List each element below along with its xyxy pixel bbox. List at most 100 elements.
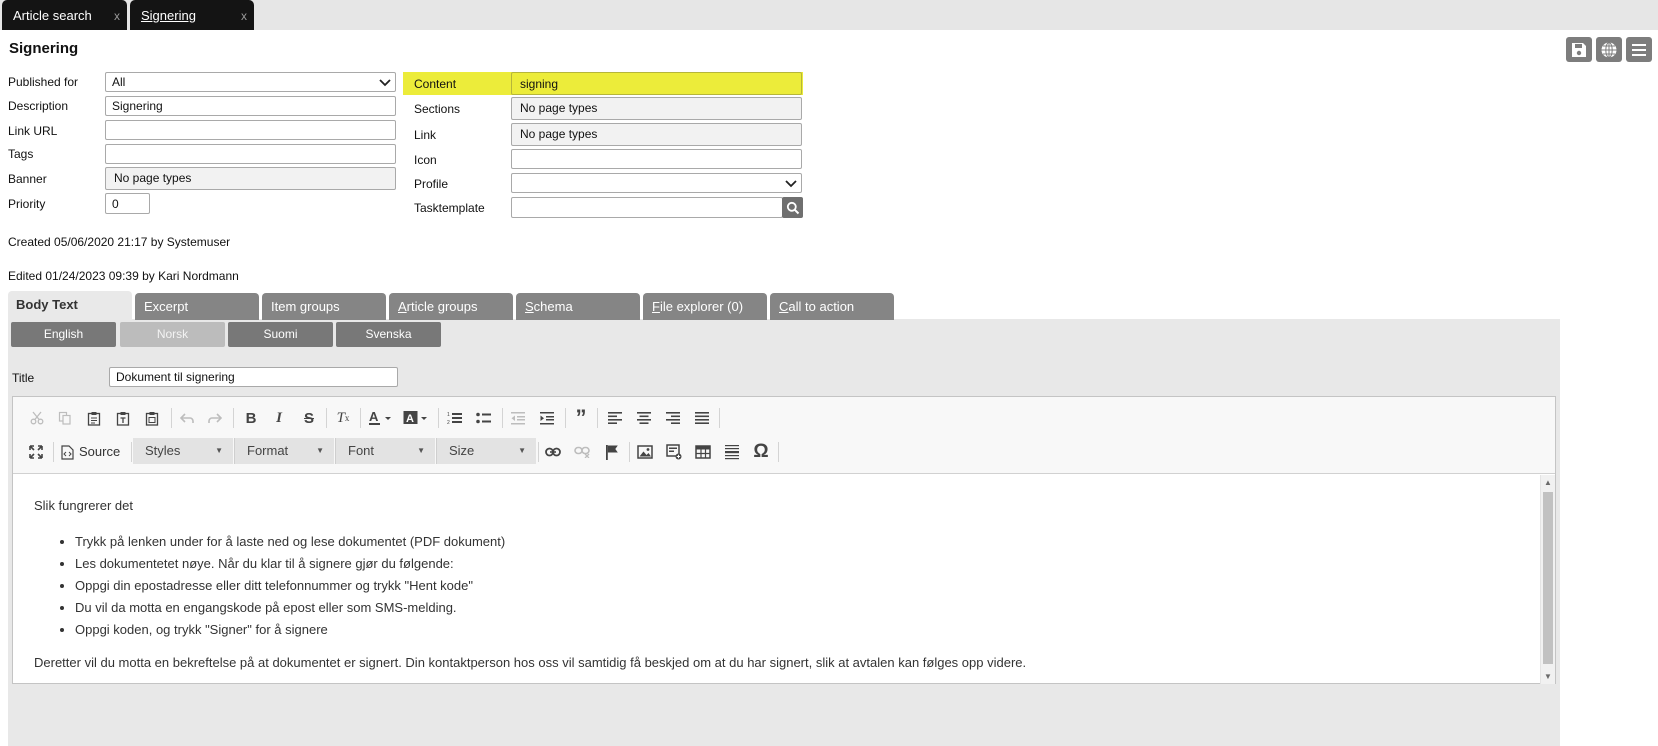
- tab-article-search[interactable]: Article search x: [2, 0, 127, 30]
- undo-icon[interactable]: [175, 406, 199, 430]
- tab-label-rest: ody Text: [25, 297, 78, 312]
- special-character-icon[interactable]: Ω: [749, 440, 773, 464]
- source-button[interactable]: Source: [61, 440, 120, 464]
- editor-content[interactable]: Slik fungrerer det Trykk på lenken under…: [13, 475, 1540, 683]
- intro-paragraph: Slik fungrerer det: [34, 498, 133, 513]
- scroll-up-icon[interactable]: ▲: [1544, 478, 1552, 487]
- paste-icon[interactable]: [82, 406, 106, 430]
- priority-field[interactable]: [105, 193, 150, 214]
- align-right-icon[interactable]: [661, 406, 685, 430]
- tags-field[interactable]: [105, 144, 396, 164]
- priority-label: Priority: [8, 197, 46, 211]
- flag-icon[interactable]: [600, 440, 624, 464]
- text-color-icon[interactable]: A: [367, 406, 395, 430]
- insert-media-icon[interactable]: [662, 440, 686, 464]
- list-item: Les dokumentetet nøye. Når du klar til å…: [75, 553, 505, 575]
- link-icon[interactable]: [541, 440, 565, 464]
- toolbar-separator: [597, 408, 598, 428]
- size-dropdown[interactable]: Size ▼: [436, 438, 536, 464]
- tab-label-rest: tem groups: [274, 299, 340, 314]
- italic-icon[interactable]: I: [267, 406, 291, 430]
- title-field[interactable]: [109, 367, 398, 387]
- editor-toolbar: B I S Tx A A 12 ” Source Styles ▼ Format ▼…: [13, 397, 1555, 474]
- font-label: Font: [348, 443, 375, 458]
- size-label: Size: [449, 443, 475, 458]
- background-color-icon[interactable]: A: [402, 406, 430, 430]
- language-norsk-button[interactable]: Norsk: [120, 322, 225, 347]
- title-label: Title: [12, 371, 35, 385]
- decrease-indent-icon[interactable]: [506, 406, 530, 430]
- tab-call-to-action[interactable]: Call to action: [770, 293, 894, 320]
- bold-icon[interactable]: B: [239, 406, 263, 430]
- link-field[interactable]: No page types: [511, 123, 802, 146]
- globe-icon[interactable]: [1596, 37, 1622, 62]
- justify-icon[interactable]: [690, 406, 714, 430]
- description-field[interactable]: [105, 96, 396, 116]
- menu-icon[interactable]: [1626, 37, 1652, 62]
- tab-excerpt[interactable]: Excerpt: [135, 293, 259, 320]
- toolbar-separator: [719, 408, 720, 428]
- toolbar-separator: [538, 442, 539, 462]
- blockquote-icon[interactable]: ”: [569, 405, 593, 430]
- tab-label-rest: all to action: [788, 299, 855, 314]
- save-icon[interactable]: [1566, 37, 1592, 62]
- banner-field[interactable]: No page types: [105, 167, 396, 190]
- link-url-label: Link URL: [8, 124, 58, 138]
- tab-body-text[interactable]: Body Text: [8, 291, 132, 320]
- paste-text-icon[interactable]: [111, 406, 135, 430]
- created-info: Created 05/06/2020 21:17 by Systemuser: [8, 235, 231, 249]
- tab-article-groups[interactable]: Article groups: [389, 293, 513, 320]
- profile-select[interactable]: [511, 173, 802, 193]
- remove-format-icon[interactable]: Tx: [331, 406, 355, 430]
- toolbar-separator: [360, 408, 361, 428]
- svg-text:2: 2: [447, 420, 450, 425]
- unlink-icon[interactable]: [570, 440, 594, 464]
- tab-label[interactable]: Article search: [13, 8, 92, 23]
- align-center-icon[interactable]: [632, 406, 656, 430]
- copy-icon[interactable]: [53, 406, 77, 430]
- scroll-down-icon[interactable]: ▼: [1544, 672, 1552, 681]
- font-dropdown[interactable]: Font ▼: [335, 438, 435, 464]
- redo-icon[interactable]: [203, 406, 227, 430]
- toolbar-separator: [233, 408, 234, 428]
- chevron-down-icon: ▼: [215, 446, 223, 455]
- strikethrough-icon[interactable]: S: [297, 406, 321, 430]
- numbered-list-icon[interactable]: 12: [443, 406, 467, 430]
- tab-file-explorer[interactable]: File explorer (0): [643, 293, 767, 320]
- icon-field[interactable]: [511, 149, 802, 169]
- banner-label: Banner: [8, 172, 47, 186]
- editor-scrollbar[interactable]: ▲ ▼: [1540, 475, 1555, 684]
- search-icon[interactable]: [782, 197, 803, 218]
- close-icon[interactable]: x: [241, 0, 247, 32]
- sections-field[interactable]: No page types: [511, 97, 802, 120]
- list-item: Oppgi koden, og trykk "Signer" for å sig…: [75, 619, 505, 641]
- cut-icon[interactable]: [25, 406, 49, 430]
- styles-dropdown[interactable]: Styles ▼: [133, 438, 233, 464]
- link-url-field[interactable]: [105, 120, 396, 140]
- horizontal-rule-icon[interactable]: [720, 440, 744, 464]
- published-for-select[interactable]: All: [105, 72, 396, 92]
- tab-schema[interactable]: Schema: [516, 293, 640, 320]
- chevron-down-icon: ▼: [316, 446, 324, 455]
- bulleted-list-icon[interactable]: [472, 406, 496, 430]
- content-field[interactable]: [511, 72, 802, 95]
- sections-label: Sections: [414, 102, 461, 116]
- toolbar-separator: [629, 442, 630, 462]
- align-left-icon[interactable]: [603, 406, 627, 430]
- language-english-button[interactable]: English: [11, 322, 116, 347]
- tab-signering[interactable]: Signering x: [130, 0, 254, 30]
- toolbar-separator: [565, 408, 566, 428]
- tasktemplate-field[interactable]: [511, 197, 783, 218]
- tab-item-groups[interactable]: Item groups: [262, 293, 386, 320]
- maximize-icon[interactable]: [24, 440, 48, 464]
- paste-word-icon[interactable]: [140, 406, 164, 430]
- scrollbar-thumb[interactable]: [1543, 492, 1553, 664]
- image-icon[interactable]: [633, 440, 657, 464]
- language-svenska-button[interactable]: Svenska: [336, 322, 441, 347]
- table-icon[interactable]: [691, 440, 715, 464]
- tab-label[interactable]: Signering: [141, 8, 196, 23]
- close-icon[interactable]: x: [114, 0, 120, 32]
- increase-indent-icon[interactable]: [535, 406, 559, 430]
- language-suomi-button[interactable]: Suomi: [228, 322, 333, 347]
- format-dropdown[interactable]: Format ▼: [234, 438, 334, 464]
